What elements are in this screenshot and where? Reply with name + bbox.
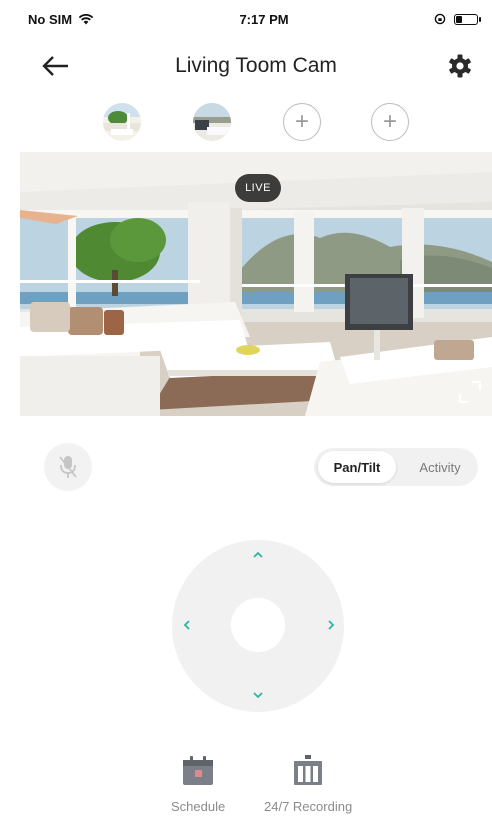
recording-icon: [294, 755, 323, 785]
battery-fill: [455, 15, 462, 23]
camera-thumbnail-image: [103, 103, 141, 141]
gear-icon[interactable]: [446, 52, 474, 80]
tilt-up-icon[interactable]: [249, 546, 267, 564]
pad-center-button[interactable]: [231, 598, 285, 652]
plus-icon: +: [382, 108, 397, 135]
pan-right-icon[interactable]: [322, 616, 340, 634]
status-right: [434, 13, 481, 25]
tab-activity[interactable]: Activity: [404, 451, 476, 483]
camera-thumbnail-image: [193, 103, 231, 141]
pan-tilt-pad[interactable]: [172, 540, 344, 712]
add-camera-button[interactable]: +: [371, 103, 409, 141]
clock: 7:17 PM: [239, 11, 289, 27]
live-badge: LIVE: [235, 174, 281, 202]
camera-switcher: + +: [103, 103, 423, 143]
left-edge: [0, 0, 20, 823]
control-mode-switch: Pan/Tilt Activity: [314, 448, 478, 486]
microphone-muted-icon: [59, 456, 77, 478]
page-title: Living Toom Cam: [175, 54, 337, 77]
recording-label: 24/7 Recording: [264, 799, 353, 814]
calendar-icon: [183, 756, 214, 785]
tilt-down-icon[interactable]: [249, 686, 267, 704]
camera-thumbnail-1[interactable]: [103, 103, 141, 141]
camera-thumbnail-2[interactable]: [193, 103, 231, 141]
schedule-label: Schedule: [171, 799, 226, 814]
bottom-bar: Schedule 24/7 Recording: [20, 755, 492, 823]
carrier-label: No SIM: [28, 11, 73, 27]
live-video-view[interactable]: LIVE: [20, 152, 492, 416]
plus-icon: +: [294, 108, 309, 135]
status-left: No SIM: [28, 12, 94, 27]
microphone-button[interactable]: [44, 443, 92, 491]
fullscreen-icon[interactable]: [458, 380, 482, 404]
schedule-button[interactable]: Schedule: [171, 755, 225, 814]
wifi-icon: [78, 14, 94, 25]
orientation-lock-icon: [434, 13, 446, 25]
add-camera-button[interactable]: +: [283, 103, 321, 141]
status-bar: No SIM 7:17 PM: [28, 8, 481, 30]
nav-bar: Living Toom Cam: [20, 42, 492, 90]
recording-247-button[interactable]: 24/7 Recording: [264, 755, 352, 814]
pan-left-icon[interactable]: [178, 616, 196, 634]
tab-pan-tilt[interactable]: Pan/Tilt: [318, 451, 396, 483]
battery-icon: [453, 13, 481, 25]
